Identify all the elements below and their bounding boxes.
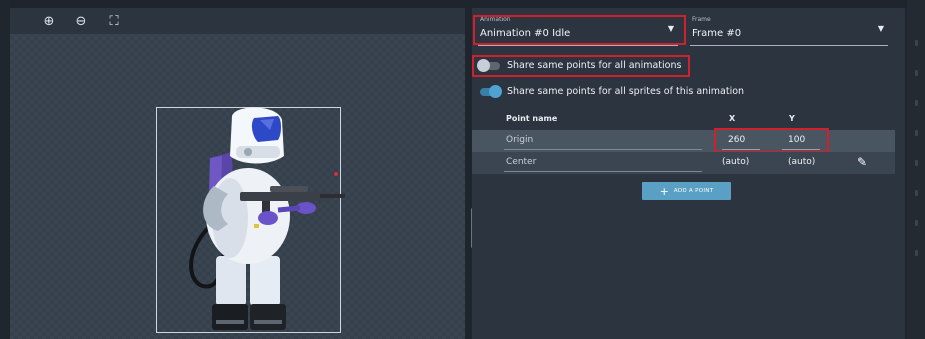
scroll-dot (915, 70, 918, 76)
toggle-highlight (472, 55, 690, 77)
frame-select-value: Frame #0 (692, 28, 742, 39)
column-header-y: Y (789, 114, 795, 123)
point-x-input[interactable]: (auto) (722, 157, 749, 167)
scroll-dot (915, 100, 918, 106)
chevron-down-icon: ▼ (877, 24, 884, 33)
scroll-dot (915, 220, 918, 226)
origin-point-marker[interactable] (334, 172, 338, 176)
field-underline (504, 149, 702, 150)
scroll-dot (915, 40, 918, 46)
zoom-in-icon[interactable]: ⊕ (40, 12, 58, 30)
scroll-dot (915, 160, 918, 166)
edit-pencil-icon[interactable]: ✎ (857, 155, 867, 169)
plus-icon: + (659, 184, 669, 198)
column-header-x: X (729, 114, 736, 123)
table-row: Center (auto) (auto) ✎ (472, 152, 895, 174)
frame-select-label: Frame (692, 16, 711, 23)
column-header-point-name: Point name (506, 114, 558, 123)
sprite-image (189, 107, 345, 330)
point-y-input[interactable]: (auto) (788, 157, 815, 167)
scroll-dot (915, 250, 918, 256)
app-window: ⊕ ⊖ ⛶ Animation Animation #0 Idle ▼ Fram… (0, 0, 925, 339)
scroll-dot (915, 130, 918, 136)
fit-screen-icon[interactable]: ⛶ (105, 12, 123, 30)
toggle-label: Share same points for all sprites of thi… (507, 86, 745, 97)
animation-select-underline (478, 45, 678, 46)
add-point-button[interactable]: + ADD A POINT (642, 182, 731, 200)
share-points-all-sprites-toggle[interactable]: Share same points for all sprites of thi… (472, 82, 772, 102)
animation-select-highlight (473, 15, 686, 45)
left-edge (0, 0, 10, 339)
point-name-center[interactable]: Center (506, 157, 536, 167)
frame-select[interactable]: Frame Frame #0 ▼ (684, 12, 894, 46)
add-point-button-label: ADD A POINT (673, 188, 714, 194)
table-row: Origin 260 100 (472, 130, 895, 152)
sprite-canvas[interactable]: ⊕ ⊖ ⛶ (10, 8, 474, 339)
frame-select-underline (690, 45, 888, 46)
toggle-knob (489, 85, 502, 98)
scroll-dot (915, 190, 918, 196)
xy-input-highlight (714, 128, 829, 153)
points-editor-panel: Animation Animation #0 Idle ▼ Frame Fram… (472, 8, 905, 339)
right-edge-scrollbar[interactable] (907, 0, 925, 339)
zoom-out-icon[interactable]: ⊖ (72, 12, 90, 30)
point-name-origin[interactable]: Origin (506, 135, 533, 145)
canvas-toolbar: ⊕ ⊖ ⛶ (10, 8, 465, 34)
field-underline (504, 171, 702, 172)
